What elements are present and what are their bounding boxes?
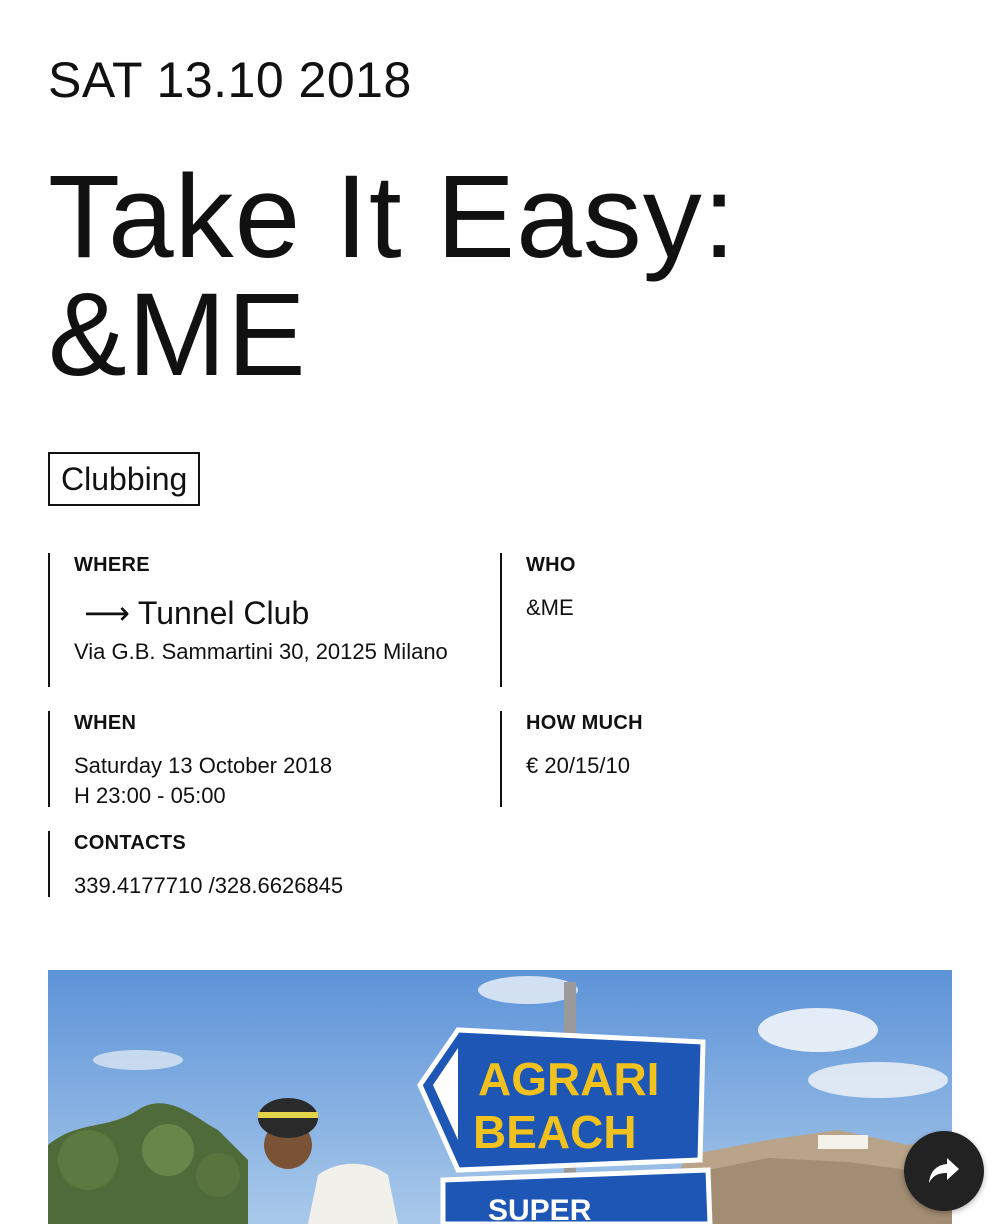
contacts-label: CONTACTS	[74, 832, 187, 854]
venue-link[interactable]: ⟶ Tunnel Club	[74, 595, 500, 631]
event-date: SAT 13.10 2018	[48, 52, 412, 108]
when-hours: H 23:00 - 05:00	[74, 783, 226, 808]
sign-line-2: BEACH	[473, 1106, 637, 1158]
who-section: WHO &ME	[500, 553, 952, 687]
where-label: WHERE	[74, 554, 150, 576]
how-much-label: HOW MUCH	[526, 712, 643, 734]
where-section: WHERE ⟶ Tunnel Club Via G.B. Sammartini 3…	[48, 553, 500, 687]
who-value: &ME	[526, 595, 574, 620]
who-label: WHO	[526, 554, 576, 576]
share-button[interactable]	[904, 1131, 984, 1211]
event-title-line-1: Take It Easy:	[48, 151, 737, 283]
when-section: WHEN Saturday 13 October 2018 H 23:00 - …	[48, 711, 500, 808]
category-tag[interactable]: Clubbing	[48, 452, 201, 506]
venue-address: Via G.B. Sammartini 30, 20125 Milano	[74, 639, 448, 664]
contacts-section: CONTACTS 339.4177710 /328.6626845	[48, 831, 500, 898]
venue-name: Tunnel Club	[137, 595, 310, 631]
how-much-section: HOW MUCH € 20/15/10	[500, 711, 952, 807]
price-value: € 20/15/10	[526, 753, 630, 778]
event-title: Take It Easy: &ME	[48, 158, 948, 394]
sign-line-3: SUPER	[488, 1194, 592, 1224]
event-photo: AGRARI BEACH SUPER	[48, 970, 952, 1224]
when-date: Saturday 13 October 2018	[74, 753, 333, 778]
contacts-phone[interactable]: 339.4177710 /328.6626845	[74, 871, 500, 901]
when-label: WHEN	[74, 712, 137, 734]
share-arrow-icon	[929, 1158, 959, 1183]
arrow-right-icon: ⟶	[84, 595, 130, 631]
sign-line-1: AGRARI	[478, 1053, 659, 1105]
event-title-line-2: &ME	[48, 269, 307, 401]
